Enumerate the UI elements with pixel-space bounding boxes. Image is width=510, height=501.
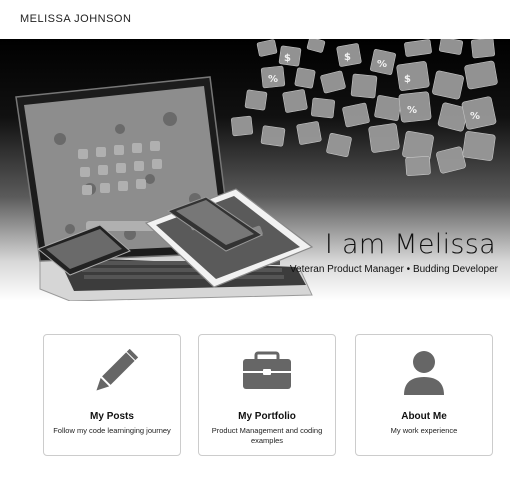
card-title: About Me xyxy=(401,411,447,422)
floating-app-icons: $ $ % % $ % % xyxy=(231,39,498,176)
card-description: Product Management and coding examples xyxy=(211,426,323,445)
top-bar: MELISSA JOHNSON xyxy=(0,0,510,39)
svg-text:$: $ xyxy=(344,52,351,63)
svg-text:%: % xyxy=(377,59,387,70)
card-title: My Portfolio xyxy=(238,411,296,422)
card-my-portfolio[interactable]: My Portfolio Product Management and codi… xyxy=(198,334,336,456)
svg-text:%: % xyxy=(470,111,480,122)
card-title: My Posts xyxy=(90,411,134,422)
hero-title: I am Melissa xyxy=(324,229,496,260)
svg-text:%: % xyxy=(268,74,278,85)
svg-text:%: % xyxy=(407,105,417,116)
person-icon xyxy=(356,349,492,399)
card-description: My work experience xyxy=(390,426,458,435)
svg-text:$: $ xyxy=(284,53,291,64)
hero-banner: $ $ % % $ % % I am Melissa Veteran Produ… xyxy=(0,39,510,301)
site-name[interactable]: MELISSA JOHNSON xyxy=(20,13,131,25)
card-about-me[interactable]: About Me My work experience xyxy=(355,334,493,456)
hero-subtitle: Veteran Product Manager • Budding Develo… xyxy=(289,264,498,275)
card-my-posts[interactable]: My Posts Follow my code learninging jour… xyxy=(43,334,181,456)
card-description: Follow my code learninging journey xyxy=(53,426,171,435)
svg-text:$: $ xyxy=(404,74,411,85)
feature-cards: My Posts Follow my code learninging jour… xyxy=(0,334,510,464)
briefcase-icon xyxy=(199,349,335,399)
pencil-icon xyxy=(44,348,180,399)
hero-devices-illustration: $ $ % % $ % % xyxy=(15,39,498,301)
